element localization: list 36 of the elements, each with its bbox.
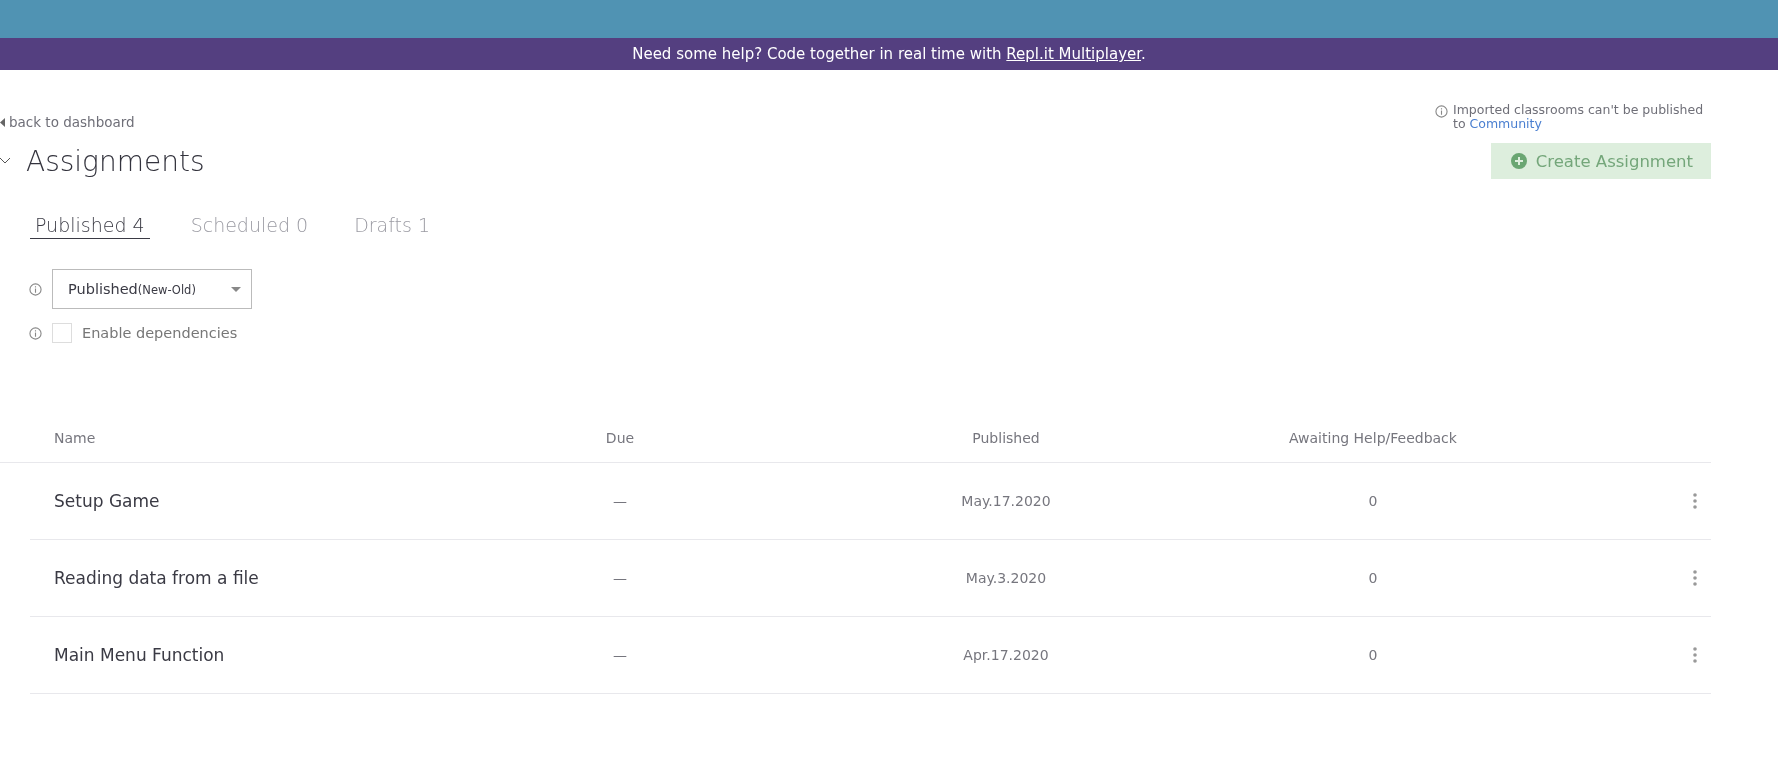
tab[interactable]: Published 4 <box>30 214 150 239</box>
more-options-button[interactable] <box>1691 568 1699 588</box>
table-cell: May.17.2020 <box>961 493 1051 509</box>
table-cell: — <box>613 647 627 663</box>
notice-text: Imported classrooms can't be published to Community <box>1453 103 1705 131</box>
info-icon <box>29 282 42 296</box>
column-header: Awaiting Help/Feedback <box>1289 429 1457 446</box>
back-link[interactable]: back to dashboard <box>0 114 135 130</box>
chevron-icon[interactable] <box>0 158 10 164</box>
more-options-button[interactable] <box>1691 491 1699 511</box>
plus-circle-icon <box>1510 153 1527 169</box>
page-title: Assignments <box>26 144 205 178</box>
multiplayer-link[interactable]: Repl.it Multiplayer <box>1006 45 1142 63</box>
sort-select[interactable]: Published(New-Old) <box>52 269 252 309</box>
table-cell: — <box>613 493 627 509</box>
caret-left-icon <box>0 117 5 127</box>
table-cell: 0 <box>1368 493 1378 509</box>
info-icon <box>29 326 42 340</box>
column-header: Published <box>972 429 1040 446</box>
info-icon <box>1435 105 1448 118</box>
dependencies-checkbox[interactable] <box>52 323 72 343</box>
checkbox-label: Enable dependencies <box>82 325 238 341</box>
table-cell: Apr.17.2020 <box>963 647 1049 663</box>
table-cell: 0 <box>1368 570 1378 586</box>
assignment-name[interactable]: Reading data from a file <box>54 568 259 588</box>
more-options-button[interactable] <box>1691 645 1699 665</box>
dropdown-caret-icon <box>231 286 241 292</box>
assignment-name[interactable]: Setup Game <box>54 491 160 511</box>
table-cell: May.3.2020 <box>965 570 1047 586</box>
table-cell: — <box>613 570 627 586</box>
column-header: Due <box>605 429 635 446</box>
assignment-name[interactable]: Main Menu Function <box>54 645 225 665</box>
table-cell: 0 <box>1368 647 1378 663</box>
column-header: Name <box>54 429 96 446</box>
community-link[interactable]: Community <box>1469 116 1542 131</box>
banner-text: Need some help? Code together in real time with Repl.it Multiplayer. <box>632 45 1146 63</box>
